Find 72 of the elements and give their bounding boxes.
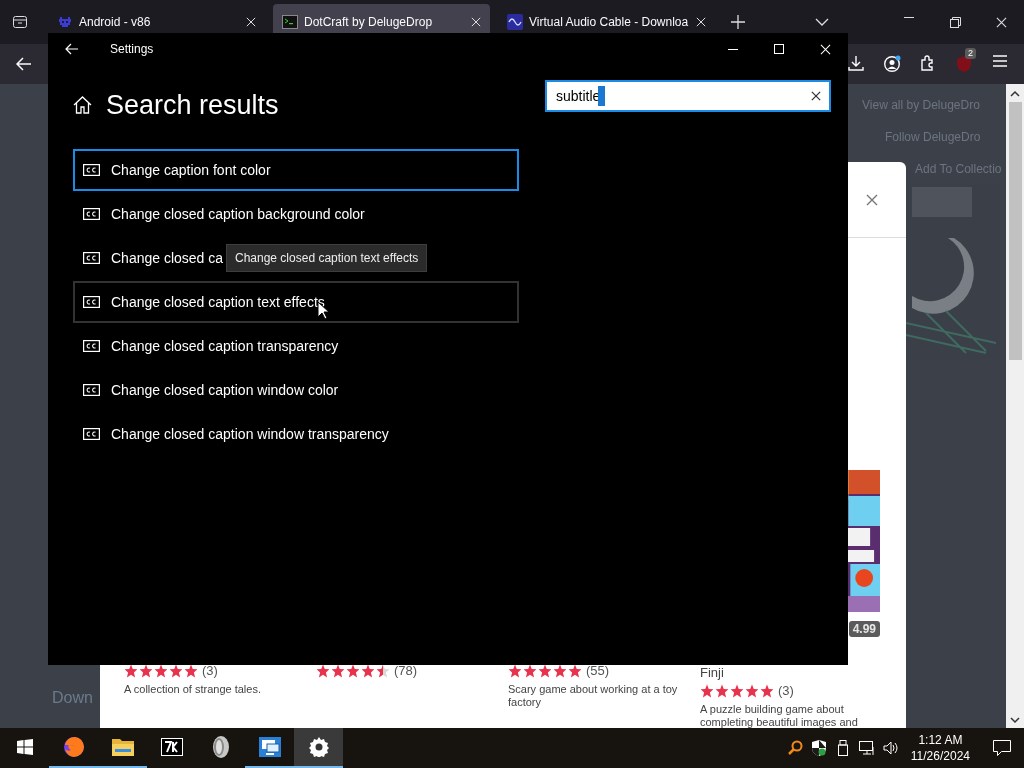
- browser-tab[interactable]: Virtual Audio Cable - Downloa: [498, 4, 715, 33]
- game-description: A collection of strange tales.: [124, 683, 262, 696]
- remote-desktop-icon: [257, 735, 282, 759]
- search-result[interactable]: Change closed caption transparency: [73, 325, 345, 367]
- minimize-icon[interactable]: [728, 48, 738, 50]
- network-icon[interactable]: [858, 740, 875, 756]
- new-tab-icon[interactable]: [731, 15, 745, 29]
- tab-list-icon[interactable]: [12, 14, 28, 30]
- maximize-icon[interactable]: [774, 44, 784, 54]
- caption-box-icon: [83, 164, 100, 176]
- browser-tab[interactable]: Android - v86: [48, 4, 265, 33]
- account-icon[interactable]: [883, 55, 901, 73]
- search-result[interactable]: Change closed caption window transparency: [73, 413, 395, 455]
- caption-box-icon: [83, 296, 100, 308]
- disc-icon: [211, 735, 230, 759]
- terminal-icon: [282, 14, 298, 30]
- download-icon[interactable]: [848, 55, 864, 71]
- caption-box-icon: [83, 428, 100, 440]
- close-tab-icon[interactable]: [471, 17, 481, 27]
- window-title: Settings: [110, 42, 154, 56]
- search-result[interactable]: Change closed caption text effects: [73, 281, 519, 323]
- rating-count: (3): [202, 663, 218, 678]
- clear-icon[interactable]: [811, 91, 821, 101]
- game-author[interactable]: Finji: [700, 665, 724, 680]
- clock-date[interactable]: 11/26/2024: [910, 748, 970, 764]
- minimize-icon[interactable]: [904, 16, 914, 19]
- caption-box-icon: [83, 340, 100, 352]
- back-arrow-icon[interactable]: [16, 57, 32, 71]
- invader-icon: [57, 14, 73, 30]
- close-tab-icon[interactable]: [696, 17, 706, 27]
- page-heading: Search results: [106, 89, 279, 121]
- chevron-down-icon[interactable]: [815, 18, 829, 26]
- caption-box-icon: [83, 208, 100, 220]
- extension-badge: 2: [965, 48, 976, 59]
- price-tag: 4.99: [848, 621, 880, 637]
- rating-count: (78): [394, 663, 418, 678]
- rating-count: (55): [586, 663, 610, 678]
- scroll-down-icon[interactable]: [1010, 716, 1020, 724]
- scroll-thumb[interactable]: [1008, 102, 1022, 360]
- search-result[interactable]: Change caption font color: [73, 149, 519, 191]
- wave-icon: [507, 14, 523, 30]
- windows-start-icon[interactable]: [16, 739, 33, 755]
- text-cursor: [598, 86, 606, 106]
- scrollbar[interactable]: [1006, 84, 1024, 728]
- close-tab-icon[interactable]: [246, 17, 256, 27]
- taskbar-app[interactable]: [294, 728, 343, 768]
- folder-icon: [110, 737, 135, 757]
- caption-box-icon: [83, 384, 100, 396]
- magnifier-icon[interactable]: [786, 740, 803, 756]
- puzzle-icon[interactable]: [920, 55, 936, 71]
- home-icon[interactable]: [73, 96, 92, 114]
- speaker-icon[interactable]: [882, 741, 899, 755]
- game-description: Scary game about working at a toy factory: [508, 683, 679, 709]
- game-description: A puzzle building game about completing beautiful images and: [700, 703, 859, 728]
- menu-icon[interactable]: [993, 55, 1007, 67]
- shield-icon[interactable]: [811, 740, 826, 756]
- caption-box-icon: [83, 252, 100, 264]
- browser-tab[interactable]: DotCraft by DelugeDrop: [273, 4, 490, 33]
- search-field[interactable]: subtitle: [545, 80, 831, 112]
- rating-count: (3): [778, 683, 794, 698]
- usb-drive-icon[interactable]: [837, 740, 848, 756]
- restore-icon[interactable]: [949, 16, 961, 28]
- search-result[interactable]: Change closed caption background color: [73, 193, 371, 235]
- scroll-up-icon[interactable]: [1010, 90, 1020, 98]
- notification-icon[interactable]: [993, 740, 1011, 756]
- gear-icon: [308, 737, 329, 757]
- tooltip: Change closed caption text effects: [226, 244, 428, 272]
- fox-globe-icon: [61, 735, 86, 759]
- archive-app-icon: [160, 738, 183, 756]
- search-result[interactable]: Change closed caption window color: [73, 369, 345, 411]
- back-arrow-icon[interactable]: [65, 43, 79, 55]
- clock-time[interactable]: 1:12 AM: [918, 732, 963, 748]
